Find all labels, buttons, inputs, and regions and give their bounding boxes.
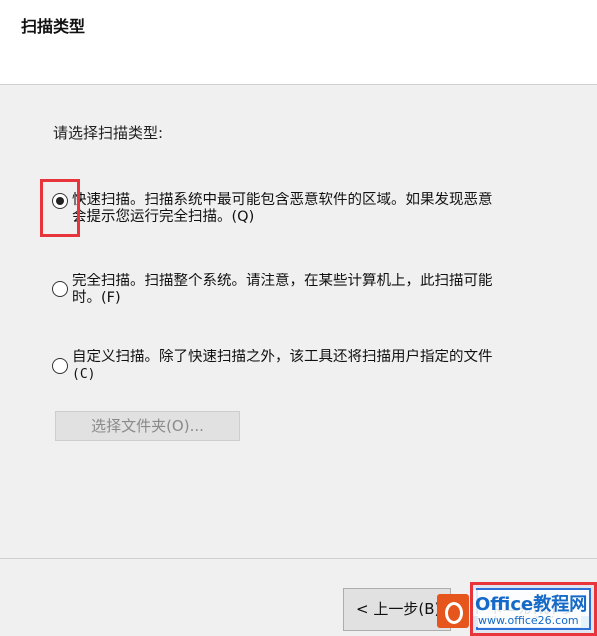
full-scan-description-cont: 时。(F): [72, 290, 121, 306]
dialog-header: 扫描类型: [0, 0, 597, 85]
next-button-focus: 下一步(N) >: [476, 588, 591, 630]
custom-scan-label: 自定义扫描。除了快速扫描之外，该工具还将扫描用户指定的文件 (C): [72, 349, 597, 383]
radio-highlight-box: [40, 179, 80, 237]
quick-scan-option[interactable]: 快速扫描。扫描系统中最可能包含恶意软件的区域。如果发现恶意 会提示您运行完全扫描…: [52, 192, 597, 228]
custom-scan-description-cont: (C): [72, 367, 96, 382]
custom-scan-radio[interactable]: [52, 358, 68, 374]
full-scan-label: 完全扫描。扫描整个系统。请注意，在某些计算机上，此扫描可能 时。(F): [72, 273, 597, 307]
select-folder-button: 选择文件夹(O)...: [55, 411, 240, 441]
full-scan-description: 完全扫描。扫描整个系统。请注意，在某些计算机上，此扫描可能: [72, 273, 493, 289]
dialog-title: 扫描类型: [21, 17, 86, 36]
next-button[interactable]: 下一步(N) >: [470, 582, 597, 636]
back-button[interactable]: < 上一步(B): [343, 588, 451, 631]
quick-scan-description-cont: 会提示您运行完全扫描。(Q): [72, 209, 255, 225]
full-scan-option[interactable]: 完全扫描。扫描整个系统。请注意，在某些计算机上，此扫描可能 时。(F): [52, 273, 597, 309]
scan-type-prompt: 请选择扫描类型:: [53, 124, 164, 142]
custom-scan-description: 自定义扫描。除了快速扫描之外，该工具还将扫描用户指定的文件: [72, 349, 493, 365]
quick-scan-label: 快速扫描。扫描系统中最可能包含恶意软件的区域。如果发现恶意 会提示您运行完全扫描…: [72, 192, 597, 226]
quick-scan-description: 快速扫描。扫描系统中最可能包含恶意软件的区域。如果发现恶意: [72, 192, 493, 208]
next-button-label: 下一步(N) >: [488, 602, 574, 620]
footer-divider: [0, 558, 597, 559]
full-scan-radio[interactable]: [52, 281, 68, 297]
custom-scan-option[interactable]: 自定义扫描。除了快速扫描之外，该工具还将扫描用户指定的文件 (C): [52, 349, 597, 385]
